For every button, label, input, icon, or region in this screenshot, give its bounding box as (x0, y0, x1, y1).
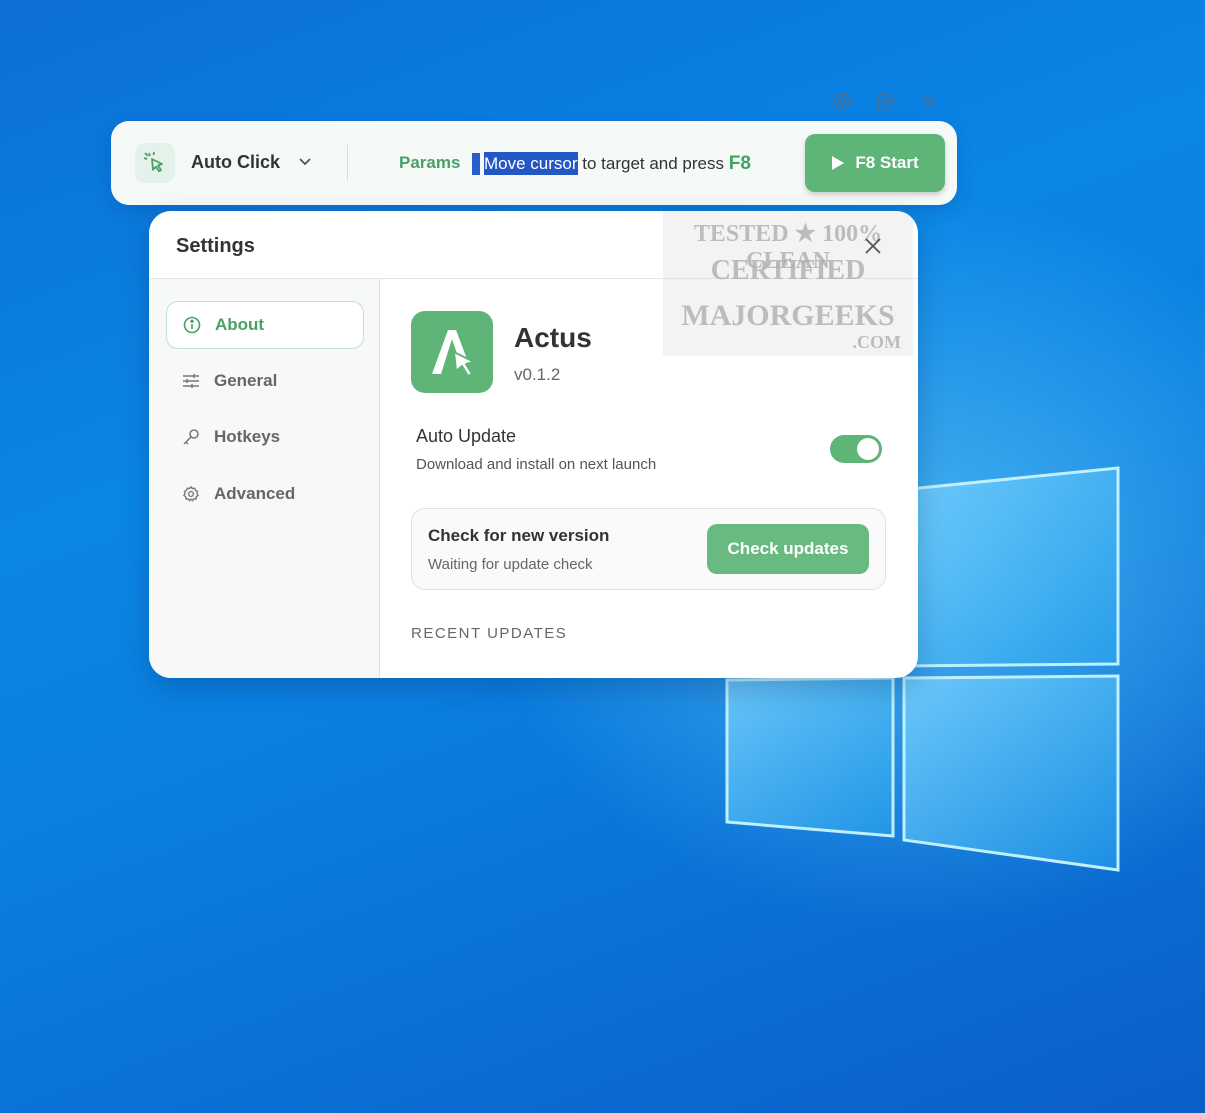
check-version-title: Check for new version (428, 526, 610, 545)
close-icon (922, 94, 936, 108)
main-toolbar: Auto Click Params Move cursor to target … (111, 121, 957, 205)
hint-selected-text: Move cursor (484, 152, 578, 175)
hint-rest-text: to target and press (577, 154, 729, 173)
actus-logo-icon (432, 330, 475, 377)
nav-about-label: About (215, 315, 265, 334)
nav-advanced-label: Advanced (214, 484, 296, 503)
nav-about[interactable]: About (166, 301, 364, 349)
start-button[interactable]: F8 Start (805, 134, 945, 192)
settings-gear-button[interactable] (830, 89, 854, 113)
sliders-icon (183, 374, 199, 388)
close-settings-button[interactable] (862, 235, 884, 257)
chat-bubble-icon (876, 92, 894, 110)
check-updates-button[interactable]: Check updates (707, 524, 869, 574)
selection-marker (472, 153, 480, 175)
close-app-button[interactable] (917, 89, 941, 113)
recent-updates-heading: RECENT UPDATES (411, 625, 568, 642)
settings-sidebar: About General Hotkeys Advanced (149, 279, 380, 678)
nav-hotkeys[interactable]: Hotkeys (166, 413, 364, 461)
nav-hotkeys-label: Hotkeys (214, 427, 281, 446)
auto-update-title: Auto Update (416, 426, 517, 446)
params-link[interactable]: Params (399, 153, 460, 173)
key-icon (183, 429, 199, 445)
info-icon (183, 316, 201, 334)
nav-advanced[interactable]: Advanced (166, 470, 364, 518)
nav-general-label: General (214, 371, 278, 390)
gear-icon (833, 91, 851, 110)
check-version-status: Waiting for update check (428, 556, 593, 573)
app-version: v0.1.2 (514, 365, 561, 384)
feedback-button[interactable] (873, 89, 897, 113)
hint-hotkey: F8 (728, 153, 751, 174)
toggle-knob (857, 438, 879, 460)
toolbar-divider (347, 145, 348, 181)
settings-dialog: Settings TESTED ★ 100% CLEAN CERTIFIED M… (149, 211, 918, 678)
mode-icon-box[interactable] (135, 143, 175, 183)
pointer-click-icon (143, 151, 163, 173)
about-content: Actus v0.1.2 Auto Update Download and in… (381, 279, 918, 678)
check-version-card: Check for new version Waiting for update… (411, 508, 886, 590)
play-icon (832, 156, 845, 170)
hint-text: Move cursor to target and press F8 (484, 152, 751, 175)
nav-general[interactable]: General (166, 357, 364, 405)
start-button-label: F8 Start (855, 153, 919, 172)
auto-update-toggle[interactable] (830, 435, 882, 463)
gear-icon (182, 485, 200, 502)
chevron-down-icon[interactable] (297, 154, 313, 170)
mode-label[interactable]: Auto Click (191, 152, 280, 173)
auto-update-description: Download and install on next launch (416, 456, 657, 473)
app-logo (411, 311, 493, 393)
settings-title: Settings (176, 235, 255, 257)
app-name: Actus (514, 322, 592, 353)
